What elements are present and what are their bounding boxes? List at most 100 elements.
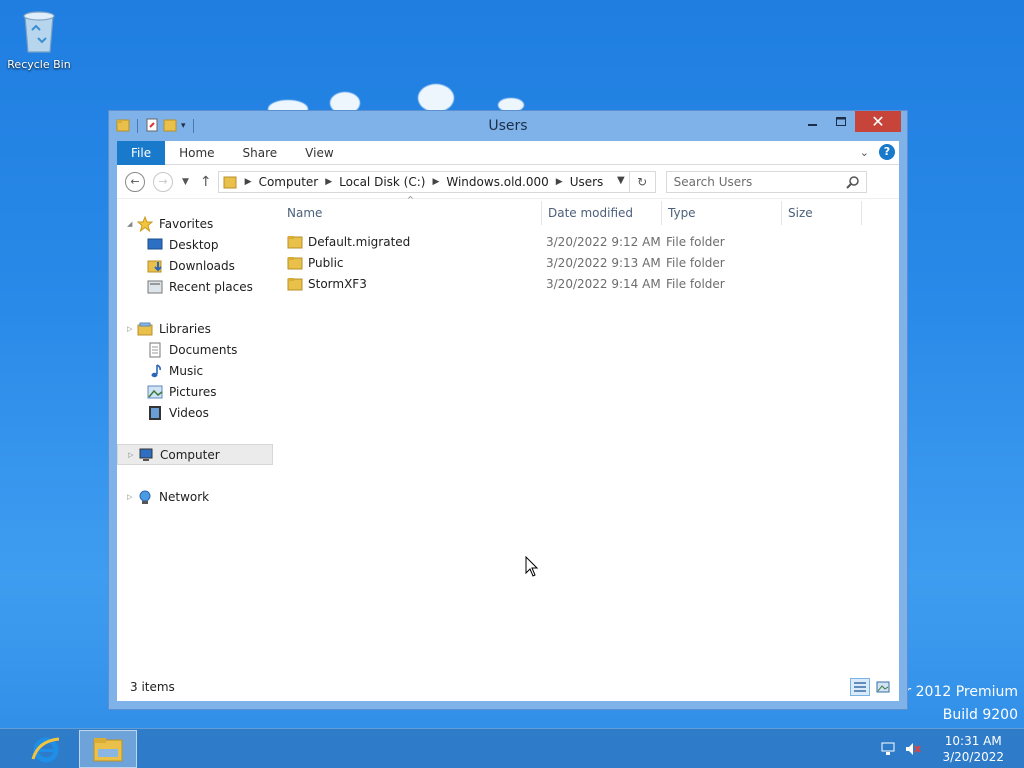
system-tray: 10:31 AM 3/20/2022: [880, 729, 1024, 768]
caption-buttons: ✕: [799, 111, 901, 132]
nav-item-documents[interactable]: Documents: [117, 339, 281, 360]
folder-icon: [287, 256, 303, 270]
libraries-icon: [137, 321, 153, 337]
recycle-bin[interactable]: Recycle Bin: [4, 6, 74, 71]
quick-access-toolbar: ▾: [109, 111, 197, 141]
help-icon[interactable]: ?: [879, 144, 895, 160]
column-type[interactable]: Type: [662, 201, 782, 225]
tab-file[interactable]: File: [117, 140, 166, 165]
expand-icon[interactable]: ◢: [127, 220, 137, 228]
expand-icon[interactable]: ▷: [127, 325, 137, 333]
nav-item-music[interactable]: Music: [117, 360, 281, 381]
address-dropdown-icon[interactable]: ▼: [617, 175, 625, 186]
folder-icon[interactable]: [116, 118, 130, 135]
qat-separator: [192, 119, 194, 133]
breadcrumb-windows-old[interactable]: Windows.old.000: [441, 175, 553, 189]
file-explorer-button[interactable]: [79, 730, 137, 768]
taskbar: 10:31 AM 3/20/2022: [0, 728, 1024, 768]
title-bar[interactable]: ▾ Users ✕: [109, 111, 907, 141]
file-name: Default.migrated: [308, 234, 411, 249]
chevron-right-icon[interactable]: ▶: [323, 177, 334, 187]
nav-item-videos[interactable]: Videos: [117, 402, 281, 423]
file-row[interactable]: Default.migrated 3/20/2022 9:12 AM File …: [281, 231, 899, 252]
chevron-right-icon[interactable]: ▶: [430, 177, 441, 187]
system-clock[interactable]: 10:31 AM 3/20/2022: [942, 733, 1004, 765]
chevron-right-icon[interactable]: ▶: [243, 177, 254, 187]
nav-favorites[interactable]: ◢ Favorites: [117, 213, 281, 234]
search-input[interactable]: [673, 174, 834, 189]
minimize-button[interactable]: [799, 111, 827, 132]
nav-label: Recent places: [169, 279, 253, 294]
breadcrumb-computer[interactable]: Computer: [254, 175, 324, 189]
breadcrumb-users[interactable]: Users: [565, 175, 609, 189]
file-row[interactable]: StormXF3 3/20/2022 9:14 AM File folder: [281, 273, 899, 294]
nav-item-pictures[interactable]: Pictures: [117, 381, 281, 402]
nav-item-desktop[interactable]: Desktop: [117, 234, 281, 255]
volume-muted-icon[interactable]: [904, 741, 922, 757]
network-icon: [137, 489, 153, 505]
nav-label: Videos: [169, 405, 209, 420]
expand-ribbon-icon[interactable]: ⌄: [860, 146, 869, 159]
nav-label: Desktop: [169, 237, 219, 252]
address-bar[interactable]: ▶ Computer ▶ Local Disk (C:) ▶ Windows.o…: [217, 170, 656, 193]
search-icon[interactable]: [845, 175, 860, 192]
back-button[interactable]: ←: [125, 171, 145, 192]
recycle-bin-label: Recycle Bin: [7, 58, 71, 71]
tab-home[interactable]: Home: [165, 141, 228, 165]
large-icons-view-icon: [876, 681, 890, 693]
music-icon: [147, 363, 163, 379]
clock-date: 3/20/2022: [942, 750, 1004, 764]
nav-computer[interactable]: ▷ Computer: [117, 444, 273, 465]
sort-ascending-icon: ^: [407, 195, 414, 204]
file-row[interactable]: Public 3/20/2022 9:13 AM File folder: [281, 252, 899, 273]
nav-libraries[interactable]: ▷ Libraries: [117, 318, 281, 339]
window-client: File Home Share View ⌄ ? ← → ▼ ↑ ▶ Compu…: [117, 140, 899, 701]
breadcrumb-local-disk[interactable]: Local Disk (C:): [334, 175, 430, 189]
column-name[interactable]: Name: [281, 201, 542, 225]
tab-view[interactable]: View: [291, 141, 347, 165]
details-view-icon: [854, 682, 866, 692]
details-view-button[interactable]: [850, 678, 870, 696]
file-date: 3/20/2022 9:13 AM: [546, 255, 661, 270]
column-size[interactable]: Size: [782, 201, 862, 225]
expand-icon[interactable]: ▷: [128, 451, 138, 459]
window-title: Users: [488, 118, 528, 134]
column-date-modified[interactable]: Date modified: [542, 201, 662, 225]
downloads-icon: [147, 258, 163, 274]
maximize-icon: [835, 116, 846, 126]
internet-explorer-button[interactable]: [17, 730, 75, 768]
file-type: File folder: [666, 276, 725, 291]
expand-icon[interactable]: ▷: [127, 493, 137, 501]
nav-label: Libraries: [159, 321, 211, 336]
star-icon: [137, 215, 153, 232]
forward-button[interactable]: →: [153, 171, 173, 192]
nav-network[interactable]: ▷ Network: [117, 486, 281, 507]
navigation-bar: ← → ▼ ↑ ▶ Computer ▶ Local Disk (C:) ▶ W…: [117, 165, 899, 199]
close-button[interactable]: ✕: [855, 111, 901, 132]
nav-item-recent-places[interactable]: Recent places: [117, 276, 281, 297]
explorer-window: ▾ Users ✕ File Home Share View ⌄ ? ← → ▼…: [108, 110, 908, 710]
search-box: [665, 170, 867, 193]
qat-separator: [137, 119, 138, 133]
network-status-icon[interactable]: [880, 741, 896, 757]
new-folder-icon[interactable]: [163, 118, 177, 135]
customize-toolbar-icon[interactable]: ▾: [181, 121, 186, 131]
file-date: 3/20/2022 9:12 AM: [546, 234, 661, 249]
large-icons-view-button[interactable]: [873, 678, 893, 696]
pictures-icon: [147, 384, 163, 400]
content-panes: ◢ Favorites Desktop Downloads Recent pla…: [117, 195, 899, 671]
maximize-button[interactable]: [827, 111, 855, 132]
properties-icon[interactable]: [145, 118, 159, 135]
up-arrow-icon[interactable]: ↑: [200, 174, 212, 190]
recycle-bin-icon: [23, 11, 55, 53]
tab-share[interactable]: Share: [229, 141, 292, 165]
back-arrow-icon: ←: [130, 175, 140, 188]
chevron-right-icon[interactable]: ▶: [554, 177, 565, 187]
folder-icon: [287, 235, 303, 249]
build-watermark: Build 9200: [942, 707, 1018, 723]
recent-locations-dropdown-icon[interactable]: ▼: [182, 177, 189, 187]
nav-item-downloads[interactable]: Downloads: [117, 255, 281, 276]
edition-watermark: er 2012 Premium: [896, 684, 1018, 700]
refresh-button[interactable]: ↻: [628, 171, 655, 192]
file-list: ^ Name Date modified Type Size Default.m…: [281, 195, 899, 671]
